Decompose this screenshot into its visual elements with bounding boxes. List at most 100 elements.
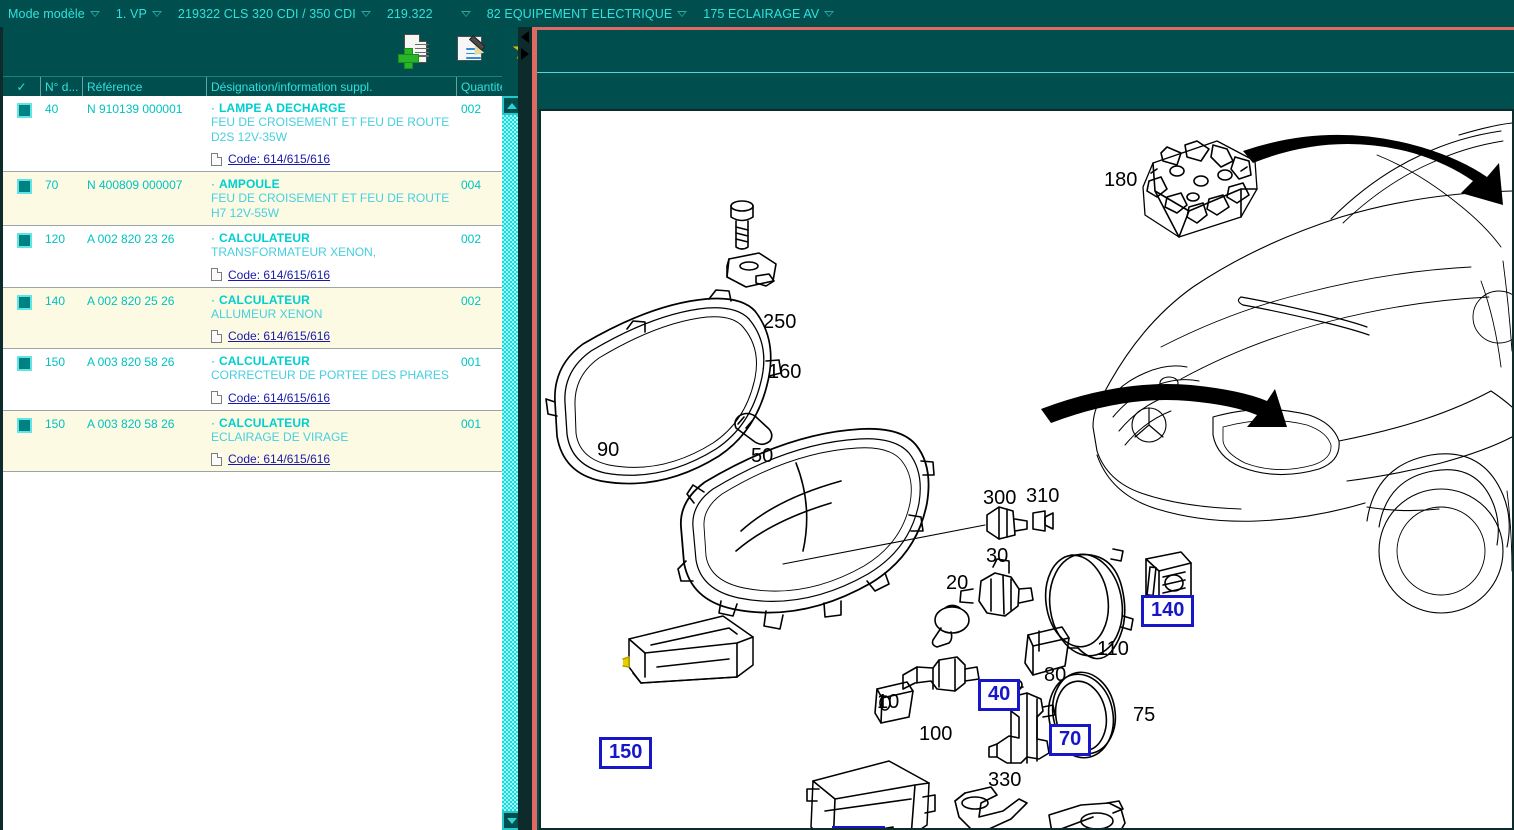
row-number: 150 — [45, 355, 66, 369]
chevron-down-icon[interactable] — [151, 10, 162, 17]
row-checkbox[interactable] — [16, 233, 32, 248]
row-code-line[interactable]: Code: 614/615/616 — [211, 152, 457, 166]
table-row[interactable]: 140 A 002 820 25 26 · CALCULATEUR ALLUMEU… — [3, 287, 502, 349]
document-icon — [211, 152, 222, 166]
diagram-label-150-highlighted[interactable]: 150 — [599, 737, 653, 769]
row-checkbox[interactable] — [16, 417, 32, 433]
row-code-line[interactable]: Code: 614/615/616 — [211, 391, 457, 405]
diagram-canvas-container[interactable]: 250 160 90 180 300 310 50 30 20 110 80 1… — [539, 109, 1514, 830]
chevron-down-icon[interactable] — [824, 10, 835, 17]
column-header-quantity[interactable]: Quantité — [457, 77, 502, 96]
parts-table-body: 40 N 910139 000001 · LAMPE A DECHARGE FEU… — [3, 96, 502, 830]
triangle-down-icon — [507, 818, 517, 824]
row-title: LAMPE A DECHARGE — [219, 101, 346, 115]
parts-table-header: ✓ N° d... Référence Désignation/informat… — [3, 76, 502, 96]
row-sub1: FEU DE CROISEMENT ET FEU DE ROUTE — [211, 115, 450, 129]
row-code-line[interactable]: Code: 614/615/616 — [211, 452, 457, 466]
chevron-down-icon[interactable] — [89, 10, 100, 17]
breadcrumb-label: 1. VP — [115, 6, 147, 21]
part-160-clip — [726, 252, 777, 288]
diagram-label-90: 90 — [597, 439, 620, 461]
diagram-label-70-highlighted[interactable]: 70 — [1049, 724, 1092, 756]
bullet-icon: · — [211, 415, 215, 430]
row-sub1: ALLUMEUR XENON — [211, 306, 323, 321]
column-header-designation[interactable]: Désignation/information suppl. — [207, 77, 457, 96]
chevron-down-icon[interactable] — [360, 10, 371, 17]
parts-list-pane: ★ ✓ N° d... Référence Désignation/inform… — [0, 27, 536, 830]
diagram-label-100: 100 — [919, 723, 953, 745]
row-reference: A 002 820 25 26 — [87, 293, 175, 308]
document-icon — [211, 391, 222, 404]
diagram-label-120-highlighted[interactable]: 120 — [832, 826, 886, 828]
row-code-line[interactable]: Code: 614/615/616 — [211, 329, 457, 343]
breadcrumb-item-vehicle-type[interactable]: 1. VP — [116, 7, 162, 21]
row-title: CALCULATEUR — [219, 231, 310, 245]
column-header-reference[interactable]: Référence — [83, 77, 207, 96]
table-row[interactable]: 70 N 400809 000007 · AMPOULE FEU DE CROIS… — [3, 172, 502, 226]
row-checkbox-cell[interactable] — [3, 411, 41, 472]
row-title: CALCULATEUR — [219, 354, 310, 368]
part-20-bulb — [931, 604, 970, 648]
row-title: AMPOULE — [219, 177, 280, 191]
row-checkbox-cell[interactable] — [3, 226, 41, 287]
diagram-label-30: 30 — [986, 545, 1009, 567]
row-code-link[interactable]: Code: 614/615/616 — [228, 391, 330, 405]
breadcrumb-item-mode-modele[interactable]: Mode modèle — [8, 7, 100, 21]
row-checkbox-cell[interactable] — [3, 172, 41, 225]
table-row[interactable]: 40 N 910139 000001 · LAMPE A DECHARGE FEU… — [3, 96, 502, 172]
table-row[interactable]: 150 A 003 820 58 26 · CALCULATEUR CORRECT… — [3, 349, 502, 411]
pane-splitter[interactable] — [518, 27, 532, 830]
row-checkbox[interactable] — [16, 103, 32, 118]
expand-right-icon[interactable] — [521, 48, 529, 60]
row-checkbox-cell[interactable] — [3, 288, 41, 349]
part-310-connector — [1032, 510, 1054, 532]
part-330-bracket — [954, 786, 1028, 828]
row-checkbox-cell[interactable] — [3, 96, 41, 171]
diagram-label-140-highlighted[interactable]: 140 — [1141, 595, 1195, 627]
row-quantity: 004 — [461, 178, 482, 192]
breadcrumb-bar: Mode modèle 1. VP 219322 CLS 320 CDI / 3… — [0, 0, 1514, 27]
row-quantity: 001 — [461, 355, 482, 369]
column-header-number[interactable]: N° d... — [41, 77, 83, 96]
part-320-bracket — [1048, 800, 1126, 828]
row-designation: · CALCULATEUR ALLUMEUR XENON Code: 614/61… — [207, 288, 457, 349]
diagram-label-250: 250 — [763, 311, 797, 333]
row-sub1: ECLAIRAGE DE VIRAGE — [211, 429, 349, 444]
row-checkbox[interactable] — [16, 294, 32, 310]
row-code-link[interactable]: Code: 614/615/616 — [228, 152, 330, 166]
row-code-link[interactable]: Code: 614/615/616 — [228, 329, 330, 343]
row-designation: · CALCULATEUR ECLAIRAGE DE VIRAGE Code: 6… — [207, 411, 457, 472]
row-code-link[interactable]: Code: 614/615/616 — [228, 268, 330, 282]
breadcrumb-item-group[interactable]: 82 EQUIPEMENT ELECTRIQUE — [487, 7, 688, 21]
table-row[interactable]: 150 A 003 820 58 26 · CALCULATEUR ECLAIRA… — [3, 410, 502, 472]
row-checkbox[interactable] — [16, 356, 32, 371]
diagram-label-110: 110 — [1097, 638, 1129, 660]
breadcrumb-item-model-code[interactable]: 219.322 — [387, 7, 471, 21]
diagram-label-10: 10 — [877, 691, 900, 713]
row-code-link[interactable]: Code: 614/615/616 — [228, 452, 330, 466]
row-quantity: 001 — [461, 416, 482, 431]
row-code-line[interactable]: Code: 614/615/616 — [211, 268, 457, 282]
diagram-canvas[interactable]: 250 160 90 180 300 310 50 30 20 110 80 1… — [541, 111, 1512, 828]
row-quantity: 002 — [461, 102, 482, 116]
chevron-down-icon[interactable] — [677, 10, 688, 17]
diagram-label-40-highlighted[interactable]: 40 — [978, 679, 1021, 711]
part-10-headlight-assembly — [677, 427, 935, 630]
table-row[interactable]: 120 A 002 820 23 26 · CALCULATEUR TRANSFO… — [3, 226, 502, 288]
row-sub1: FEU DE CROISEMENT ET FEU DE ROUTE — [211, 191, 450, 205]
chevron-down-icon[interactable] — [460, 10, 471, 17]
collapse-left-icon[interactable] — [521, 31, 529, 43]
row-title: CALCULATEUR — [219, 415, 310, 430]
row-checkbox-cell[interactable] — [3, 349, 41, 410]
diagram-label-300: 300 — [983, 487, 1017, 509]
diagram-pane: 250 160 90 180 300 310 50 30 20 110 80 1… — [532, 27, 1514, 830]
column-header-check[interactable]: ✓ — [3, 77, 41, 96]
breadcrumb-item-subgroup[interactable]: 175 ECLAIRAGE AV — [703, 7, 835, 21]
diagram-label-50: 50 — [751, 445, 774, 467]
add-document-button[interactable] — [398, 31, 438, 71]
edit-note-button[interactable] — [453, 31, 493, 71]
row-quantity: 002 — [461, 232, 482, 246]
breadcrumb-item-model[interactable]: 219322 CLS 320 CDI / 350 CDI — [178, 7, 371, 21]
row-checkbox[interactable] — [16, 179, 32, 194]
row-quantity: 002 — [461, 293, 482, 308]
